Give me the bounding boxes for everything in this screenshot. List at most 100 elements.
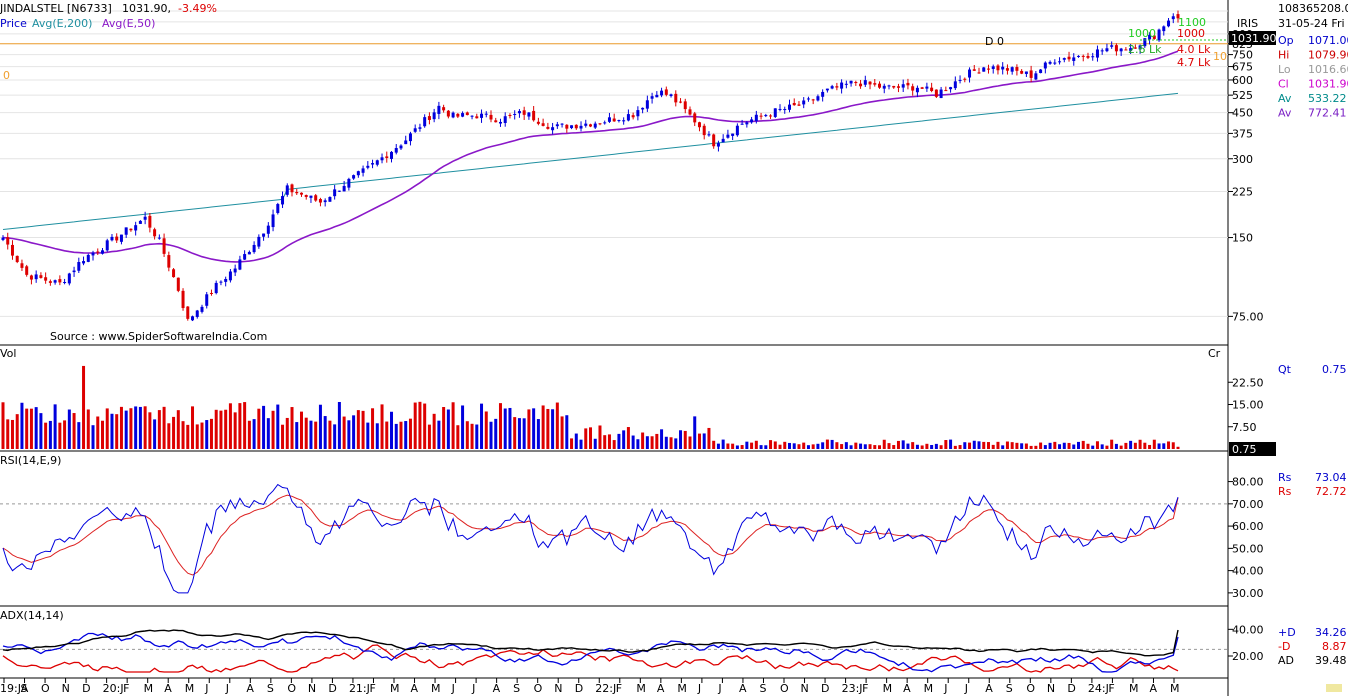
candle-body <box>735 125 739 136</box>
candle-body <box>1024 71 1028 74</box>
volume-bar <box>119 406 123 449</box>
volume-bar <box>82 365 86 449</box>
candle-body <box>295 191 299 194</box>
price-tick-label: 675 <box>1232 61 1253 74</box>
candle-body <box>792 102 796 106</box>
rsi-tick-label: 30.00 <box>1232 587 1264 600</box>
volume-bar <box>77 422 81 449</box>
volume-bar <box>1081 440 1085 449</box>
volume-bar <box>371 408 375 449</box>
candle-body <box>247 251 251 255</box>
volume-bar <box>209 418 213 449</box>
candle-body <box>901 84 905 88</box>
adx-lines <box>0 629 1228 673</box>
volume-bar <box>404 421 408 449</box>
candle-body <box>67 273 71 284</box>
volume-bar <box>707 427 711 449</box>
candle-body <box>195 310 199 317</box>
vol-tick-label: 7.50 <box>1232 421 1257 434</box>
volume-bar <box>328 420 332 449</box>
candle-body <box>816 96 820 101</box>
candle-body <box>963 78 967 80</box>
candle-body <box>162 238 166 254</box>
candle-body <box>584 123 588 126</box>
candle-body <box>91 252 95 256</box>
candle-body <box>470 115 474 117</box>
x-tick-label: N <box>62 682 70 695</box>
candle-body <box>257 236 261 247</box>
volume-bar <box>863 444 867 449</box>
ohlc-value: 1031.90 <box>1308 78 1348 91</box>
volume-bar <box>314 421 318 449</box>
volume-bar <box>532 408 536 449</box>
rsi-lines <box>0 483 1228 594</box>
candle-body <box>702 125 706 136</box>
volume-bar <box>34 407 38 449</box>
candle-body <box>1072 57 1076 61</box>
candle-body <box>323 200 327 203</box>
candle-body <box>915 87 919 93</box>
candle-body <box>1124 49 1128 51</box>
rsi-tick-label: 60.00 <box>1232 520 1264 533</box>
candle-body <box>219 281 223 283</box>
volume-bar <box>29 408 33 449</box>
volume-bar <box>1077 441 1081 449</box>
candle-body <box>366 165 370 168</box>
x-tick-label: S <box>21 682 28 695</box>
candle-body <box>276 204 280 213</box>
volume-bar <box>427 424 431 449</box>
vol-panel-label: Vol <box>0 347 16 360</box>
volume-bar <box>603 435 607 449</box>
candle-body <box>299 192 303 195</box>
volume-bar <box>697 433 701 449</box>
qt-label: Qt <box>1278 363 1292 376</box>
volume-bar <box>233 412 237 449</box>
volume-bar <box>347 420 351 449</box>
volume-bar <box>1143 442 1147 449</box>
volume-bar <box>1072 444 1076 449</box>
volume-bar <box>1133 442 1137 449</box>
x-tick-label: F <box>369 682 375 695</box>
x-tick-label: J <box>225 682 229 695</box>
close-value: 1031.90, <box>122 2 171 15</box>
candle-body <box>342 185 346 192</box>
volume-bar <box>792 443 796 449</box>
x-tick-label: M <box>1170 682 1180 695</box>
volume-bar <box>489 421 493 449</box>
volume-bar <box>494 418 498 449</box>
volume-bar <box>167 423 171 449</box>
volume-bar <box>1039 442 1043 449</box>
x-tick-label: S <box>267 682 274 695</box>
chart-canvas[interactable]: 90082575067560052545037530022515075.0022… <box>0 0 1348 696</box>
volume-bar <box>1058 444 1062 449</box>
volume-bar <box>849 445 853 449</box>
volume-bar <box>953 445 957 449</box>
ohlc-key: Lo <box>1278 63 1291 76</box>
price-tick-label: 525 <box>1232 89 1253 102</box>
candle-body <box>750 119 754 123</box>
x-tick-label: O <box>1026 682 1035 695</box>
volume-bar <box>679 430 683 449</box>
candle-body <box>612 118 616 122</box>
candle-body <box>517 111 521 114</box>
candle-body <box>271 214 275 228</box>
volume-bar <box>944 440 948 449</box>
volume-bar <box>176 410 180 449</box>
candle-body <box>172 269 176 278</box>
volume-bar <box>247 420 251 449</box>
candle-body <box>148 215 152 228</box>
adx-path <box>2 629 1179 657</box>
volume-bar <box>394 423 398 449</box>
volume-bar <box>859 443 863 449</box>
candle-body <box>769 115 773 117</box>
candle-body <box>726 134 730 138</box>
volume-bar <box>844 442 848 449</box>
vol-last-text: 0.75 <box>1232 443 1257 456</box>
x-tick-label: M <box>677 682 687 695</box>
volume-bar <box>551 409 555 449</box>
x-tick-label: A <box>657 682 665 695</box>
candle-body <box>318 199 322 203</box>
volume-bar <box>972 440 976 449</box>
volume-bar <box>712 440 716 449</box>
candle-body <box>181 290 185 309</box>
